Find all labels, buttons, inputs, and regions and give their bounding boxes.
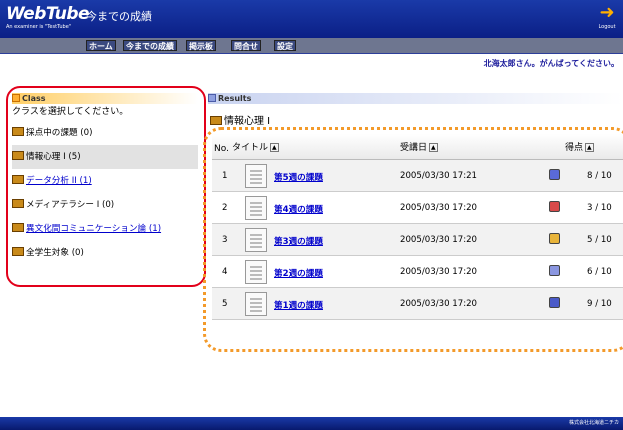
results-section-heading: Results <box>208 93 623 104</box>
logout-icon: ➜ <box>599 2 615 23</box>
nav-home[interactable]: ホーム <box>86 40 116 51</box>
nav-history[interactable]: 今までの成績 <box>123 40 177 51</box>
results-class-name: 情報心理 I <box>224 116 271 127</box>
results-square-icon <box>208 94 216 102</box>
class-highlight-outline <box>6 86 206 287</box>
main-nav: ホーム 今までの成績 掲示板 問合せ 設定 <box>0 38 623 54</box>
book-icon <box>210 116 222 125</box>
nav-settings[interactable]: 設定 <box>274 40 296 51</box>
logout-button[interactable]: ➜ Logout <box>595 2 619 34</box>
results-class-title: 情報心理 I <box>210 112 270 127</box>
page-title: 今までの成績 <box>86 10 152 23</box>
results-highlight-outline <box>203 127 623 352</box>
logout-label: Logout <box>598 24 616 30</box>
app-footer: 株式会社北海道ニチカ <box>0 417 623 430</box>
logo-subtitle: An examiner is "TestTube" <box>6 24 72 30</box>
footer-brand: 株式会社北海道ニチカ <box>568 420 619 426</box>
nav-inquiry[interactable]: 問合せ <box>231 40 261 51</box>
app-logo[interactable]: WebTube <box>6 4 90 24</box>
user-greeting: 北海太郎さん。がんばってください。 <box>483 59 619 68</box>
app-header: WebTube An examiner is "TestTube" 今までの成績… <box>0 0 623 38</box>
results-heading-text: Results <box>218 94 252 103</box>
nav-board[interactable]: 掲示板 <box>186 40 216 51</box>
